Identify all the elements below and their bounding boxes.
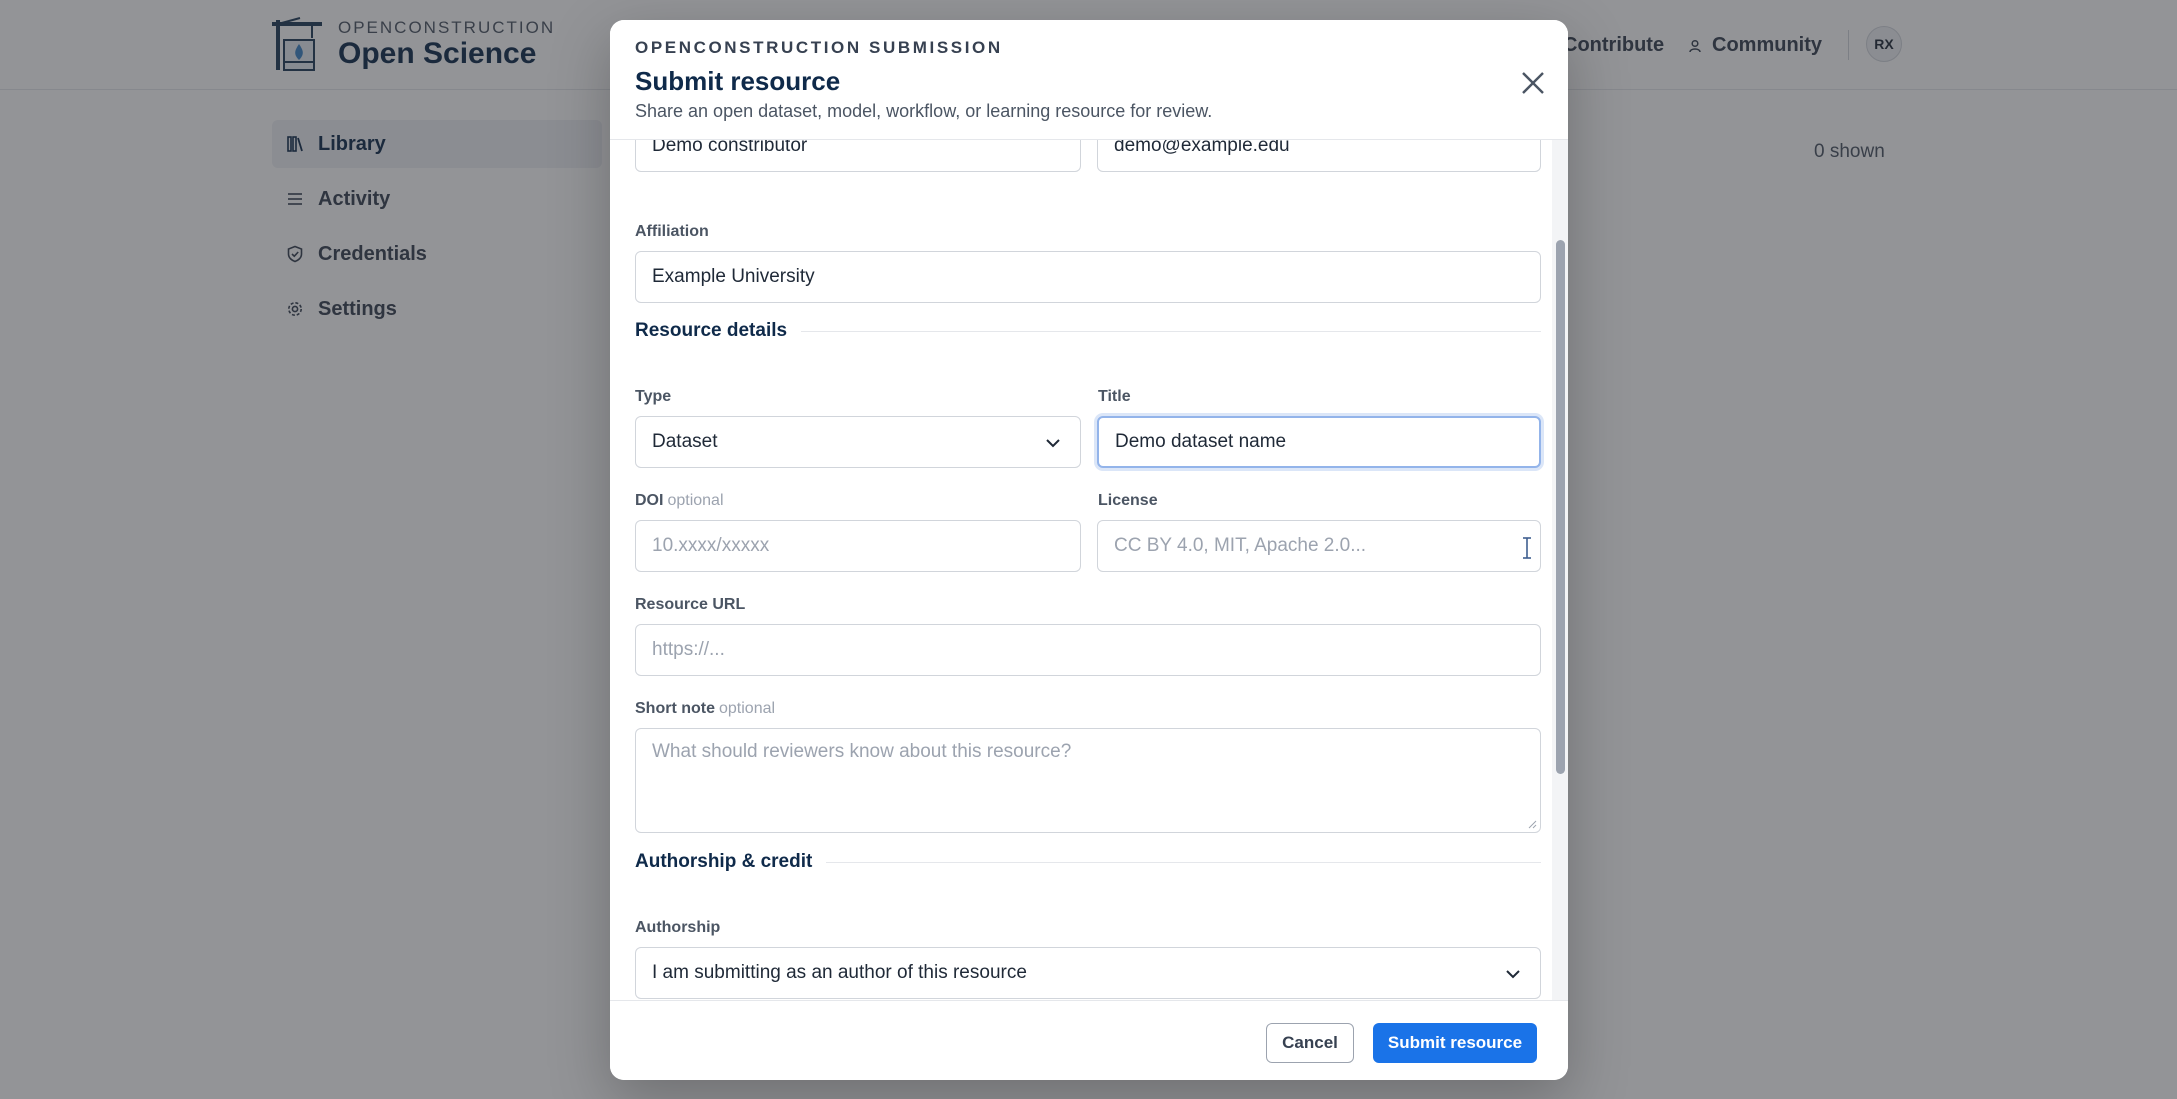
scrollbar-thumb[interactable] <box>1556 240 1565 774</box>
type-select-value: Dataset <box>652 431 718 452</box>
short-note-label: Short note optional <box>635 700 775 718</box>
name-field[interactable]: Demo constributor <box>635 140 1081 172</box>
submit-resource-button[interactable]: Submit resource <box>1373 1023 1537 1063</box>
license-label: License <box>1098 492 1158 509</box>
short-note-label-text: Short note <box>635 700 715 717</box>
doi-field[interactable]: 10.xxxx/xxxxx <box>635 520 1081 572</box>
affiliation-field-value: Example University <box>652 266 815 287</box>
dialog-body: Demo constributor demo@example.edu Affil… <box>610 140 1568 1000</box>
title-field-value: Demo dataset name <box>1115 431 1287 452</box>
resource-url-field[interactable]: https://... <box>635 624 1541 676</box>
affiliation-label: Affiliation <box>635 223 709 240</box>
authorship-select[interactable]: I am submitting as an author of this res… <box>635 947 1541 999</box>
close-button[interactable] <box>1516 66 1550 100</box>
name-field-value: Demo constributor <box>652 140 808 156</box>
authorship-label: Authorship <box>635 919 721 936</box>
short-note-placeholder: What should reviewers know about this re… <box>652 741 1072 762</box>
text-cursor-icon <box>1523 537 1531 559</box>
chevron-down-icon <box>1046 439 1060 448</box>
type-label: Type <box>635 388 672 405</box>
section-title-authorship-credit: Authorship & credit <box>635 851 827 873</box>
title-field[interactable]: Demo dataset name <box>1097 416 1541 468</box>
short-note-textarea[interactable]: What should reviewers know about this re… <box>635 728 1541 833</box>
doi-field-placeholder: 10.xxxx/xxxxx <box>652 535 770 556</box>
dialog-footer: Cancel Submit resource <box>610 1000 1568 1080</box>
affiliation-field[interactable]: Example University <box>635 251 1541 303</box>
type-select[interactable]: Dataset <box>635 416 1081 468</box>
resource-url-label: Resource URL <box>635 596 746 613</box>
close-icon <box>1522 72 1544 94</box>
dialog-description: Share an open dataset, model, workflow, … <box>635 101 1213 121</box>
email-field[interactable]: demo@example.edu <box>1097 140 1541 172</box>
doi-label-text: DOI <box>635 492 664 509</box>
title-label: Title <box>1098 388 1131 405</box>
dialog-scrollbar[interactable] <box>1552 140 1568 1000</box>
dialog-header: OPENCONSTRUCTION SUBMISSION Submit resou… <box>610 20 1568 140</box>
resource-url-field-placeholder: https://... <box>652 639 725 660</box>
dialog-title: Submit resource <box>635 66 841 96</box>
short-note-optional-hint: optional <box>719 700 776 717</box>
section-title-resource-details: Resource details <box>635 320 802 342</box>
email-field-value: demo@example.edu <box>1114 140 1290 156</box>
license-field-placeholder: CC BY 4.0, MIT, Apache 2.0... <box>1114 535 1367 556</box>
dialog-eyebrow: OPENCONSTRUCTION SUBMISSION <box>635 38 1003 57</box>
authorship-select-value: I am submitting as an author of this res… <box>652 962 1027 983</box>
license-field[interactable]: CC BY 4.0, MIT, Apache 2.0... <box>1097 520 1541 572</box>
resize-grip-icon[interactable] <box>1527 819 1537 829</box>
doi-optional-hint: optional <box>667 492 724 509</box>
cancel-button[interactable]: Cancel <box>1266 1023 1354 1063</box>
doi-label: DOI optional <box>635 492 724 510</box>
chevron-down-icon <box>1506 970 1520 979</box>
submit-resource-dialog: OPENCONSTRUCTION SUBMISSION Submit resou… <box>610 20 1568 1080</box>
